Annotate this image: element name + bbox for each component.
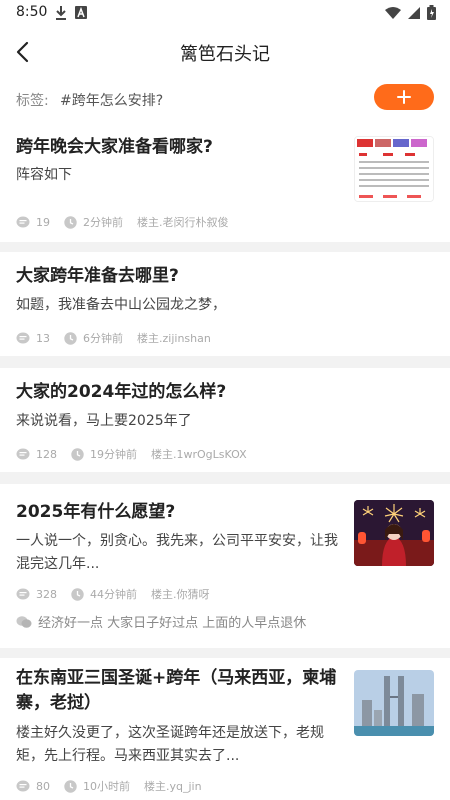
- excerpt-line: 楼主好久没更了，这次圣诞跨年还是放送下，老规: [16, 725, 324, 741]
- tag-value: #跨年怎么安排?: [60, 93, 164, 109]
- reply-bubble-icon: [16, 615, 32, 628]
- battery-icon: [427, 5, 436, 20]
- post-time: 10小时前: [64, 778, 130, 794]
- post-time: 6分钟前: [64, 330, 123, 346]
- comment-icon: [16, 780, 30, 791]
- comment-icon: [16, 588, 30, 599]
- post-thumbnail[interactable]: [354, 500, 434, 566]
- comment-count: 328: [16, 588, 57, 601]
- post-title[interactable]: 在东南亚三国圣诞+跨年（马来西亚，柬埔 寨，老挝）: [16, 666, 336, 716]
- excerpt-line: 一人说一个，别贪心。我先来，公司平平安安，让我: [16, 533, 338, 549]
- status-bar: 8:50: [0, 0, 450, 26]
- title-line: 在东南亚三国圣诞+跨年（马来西亚，柬埔: [16, 668, 337, 688]
- status-left-icons: [54, 5, 88, 21]
- post-card[interactable]: 跨年晚会大家准备看哪家? 阵容如下 19 2分钟前 楼主.老闵行朴叙俊: [0, 124, 450, 242]
- comment-icon: [16, 332, 30, 343]
- title-line: 寨，老挝）: [16, 693, 101, 713]
- signal-icon: [408, 6, 420, 19]
- status-time: 8:50: [16, 4, 48, 20]
- post-author: 楼主.你猜呀: [151, 588, 210, 601]
- tag-label: 标签:: [16, 93, 49, 109]
- post-excerpt: 一人说一个，别贪心。我先来，公司平平安安，让我 混完这几年...: [16, 530, 338, 576]
- clock-icon: [64, 215, 77, 229]
- latest-reply[interactable]: 经济好一点 大家日子好过点 上面的人早点退休: [16, 612, 306, 631]
- post-card[interactable]: 大家的2024年过的怎么样? 来说说看，马上要2025年了 128 19分钟前 …: [0, 368, 450, 472]
- comment-count: 128: [16, 448, 57, 461]
- page-title: 篱笆石头记: [180, 44, 270, 65]
- post-title[interactable]: 跨年晚会大家准备看哪家?: [16, 135, 213, 160]
- post-thumbnail[interactable]: [354, 136, 434, 202]
- post-excerpt: 如题，我准备去中山公园龙之梦，: [16, 297, 226, 313]
- post-author: 楼主.zijinshan: [137, 332, 211, 345]
- post-thumbnail[interactable]: [354, 670, 434, 736]
- comment-count: 19: [16, 216, 50, 229]
- post-time: 19分钟前: [71, 446, 137, 462]
- post-title[interactable]: 大家跨年准备去哪里?: [16, 264, 179, 289]
- clock-icon: [64, 331, 77, 345]
- clock-icon: [71, 587, 84, 601]
- wifi-icon: [385, 6, 401, 19]
- post-meta: 128 19分钟前 楼主.1wrOgLsKOX: [16, 446, 261, 462]
- post-time: 2分钟前: [64, 214, 123, 230]
- comment-count: 13: [16, 332, 50, 345]
- city-towers-image-icon: [354, 670, 434, 736]
- comment-icon: [16, 216, 30, 227]
- download-icon: [56, 6, 66, 20]
- excerpt-line: 混完这几年...: [16, 556, 100, 572]
- post-meta: 328 44分钟前 楼主.你猜呀: [16, 586, 224, 602]
- post-title[interactable]: 2025年有什么愿望?: [16, 500, 175, 525]
- post-author: 楼主.yq_jin: [144, 780, 202, 793]
- post-card[interactable]: 2025年有什么愿望? 一人说一个，别贪心。我先来，公司平平安安，让我 混完这几…: [0, 484, 450, 648]
- post-excerpt: 来说说看，马上要2025年了: [16, 413, 192, 429]
- text-a-icon: [75, 6, 87, 19]
- post-meta: 80 10小时前 楼主.yq_jin: [16, 778, 216, 794]
- excerpt-line: 矩，先上行程。马来西亚其实去了...: [16, 748, 240, 764]
- post-meta: 19 2分钟前 楼主.老闵行朴叙俊: [16, 214, 243, 230]
- tag-bar: 标签: #跨年怎么安排?: [0, 78, 450, 124]
- post-excerpt: 楼主好久没更了，这次圣诞跨年还是放送下，老规 矩，先上行程。马来西亚其实去了..…: [16, 722, 324, 768]
- clock-icon: [71, 447, 84, 461]
- post-card[interactable]: 在东南亚三国圣诞+跨年（马来西亚，柬埔 寨，老挝） 楼主好久没更了，这次圣诞跨年…: [0, 658, 450, 800]
- post-author: 楼主.1wrOgLsKOX: [151, 448, 247, 461]
- comment-count: 80: [16, 780, 50, 793]
- post-author: 楼主.老闵行朴叙俊: [137, 216, 229, 229]
- comment-icon: [16, 448, 30, 459]
- app-bar: 篱笆石头记: [0, 26, 450, 78]
- post-time: 44分钟前: [71, 586, 137, 602]
- clock-icon: [64, 779, 77, 793]
- add-post-button[interactable]: [374, 84, 434, 110]
- post-excerpt: 阵容如下: [16, 167, 72, 183]
- post-title[interactable]: 大家的2024年过的怎么样?: [16, 380, 226, 405]
- status-right-icons: [385, 5, 436, 20]
- post-card[interactable]: 大家跨年准备去哪里? 如题，我准备去中山公园龙之梦， 13 6分钟前 楼主.zi…: [0, 252, 450, 356]
- fireworks-girl-image-icon: [354, 500, 434, 566]
- post-meta: 13 6分钟前 楼主.zijinshan: [16, 330, 225, 346]
- schedule-image-icon: [355, 137, 433, 201]
